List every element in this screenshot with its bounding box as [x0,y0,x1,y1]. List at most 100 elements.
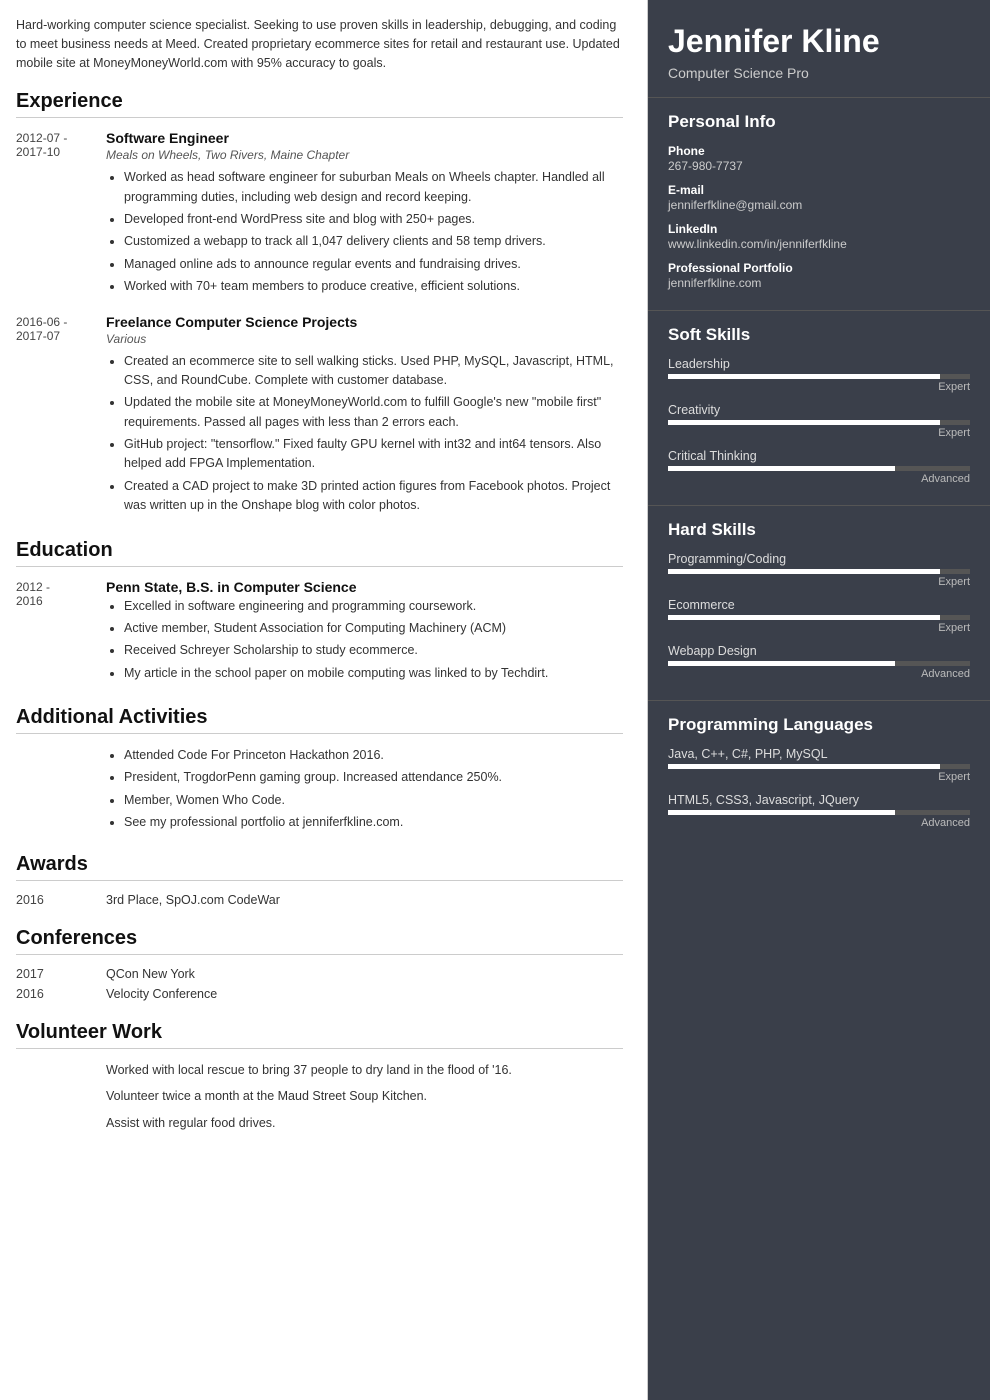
volunteer-item-2: Assist with regular food drives. [16,1114,623,1133]
awards-title: Awards [16,853,623,881]
list-item: Worked with 70+ team members to produce … [124,277,623,296]
volunteer-item-0: Worked with local rescue to bring 37 peo… [16,1061,623,1080]
activities-list: Attended Code For Princeton Hackathon 20… [16,746,623,833]
skill-level-0: Expert [668,381,970,393]
award-year-0: 2016 [16,893,106,907]
list-item: GitHub project: "tensorflow." Fixed faul… [124,435,623,474]
hard-skills-title: Hard Skills [668,520,970,540]
exp-content-0: Software Engineer Meals on Wheels, Two Ri… [106,130,623,299]
list-item: Customized a webapp to track all 1,047 d… [124,232,623,251]
list-item: Developed front-end WordPress site and b… [124,210,623,229]
exp-subtitle-0: Meals on Wheels, Two Rivers, Maine Chapt… [106,148,623,162]
conferences-section: Conferences 2017QCon New York2016Velocit… [16,927,623,1001]
skill-name-1: Creativity [668,403,970,417]
edu-title-0: Penn State, B.S. in Computer Science [106,579,623,595]
edu-content-0: Penn State, B.S. in Computer ScienceExce… [106,579,623,687]
skill-name-0: Programming/Coding [668,552,970,566]
skill-bar-fill-1 [668,615,940,620]
exp-content-1: Freelance Computer Science ProjectsVario… [106,314,623,519]
portfolio-value: jenniferfkline.com [668,276,970,290]
awards-list: 20163rd Place, SpOJ.com CodeWar [16,893,623,907]
skill-name-2: Critical Thinking [668,449,970,463]
list-item: See my professional portfolio at jennife… [124,813,623,832]
skill-name-1: HTML5, CSS3, Javascript, JQuery [668,793,970,807]
skill-bar-bg-1 [668,420,970,425]
portfolio-label: Professional Portfolio [668,261,970,275]
skill-level-2: Advanced [668,473,970,485]
hard-skills-section: Hard Skills Programming/Coding Expert Ecom… [648,505,990,700]
experience-section: Experience 2012-07 - 2017-10Software Eng… [16,90,623,518]
volunteer-item-1: Volunteer twice a month at the Maud Stre… [16,1087,623,1106]
list-item: Worked as head software engineer for sub… [124,168,623,207]
hard-skills-bars: Programming/CodingExpertEcommerceExpertW… [668,552,970,680]
skill-bar-fill-1 [668,420,940,425]
right-header: Jennifer Kline Computer Science Pro [648,0,990,97]
skill-bar-bg-0 [668,764,970,769]
skill-level-1: Expert [668,427,970,439]
skill-bar-fill-0 [668,374,940,379]
conference-entry-0: 2017QCon New York [16,967,623,981]
candidate-title: Computer Science Pro [668,65,970,81]
list-item: Received Schreyer Scholarship to study e… [124,641,623,660]
activities-title: Additional Activities [16,706,623,734]
experience-entry-1: 2016-06 - 2017-07Freelance Computer Scie… [16,314,623,519]
skill-level-0: Expert [668,576,970,588]
soft-skills-title: Soft Skills [668,325,970,345]
list-item: Updated the mobile site at MoneyMoneyWor… [124,393,623,432]
exp-date-0: 2012-07 - 2017-10 [16,130,106,299]
conference-text-0: QCon New York [106,967,195,981]
skill-bar-fill-2 [668,661,895,666]
list-item: My article in the school paper on mobile… [124,664,623,683]
education-entry-0: 2012 - 2016Penn State, B.S. in Computer … [16,579,623,687]
skill-level-2: Advanced [668,668,970,680]
skill-bar-bg-1 [668,615,970,620]
conference-year-1: 2016 [16,987,106,1001]
exp-date-1: 2016-06 - 2017-07 [16,314,106,519]
conference-year-0: 2017 [16,967,106,981]
skill-bar-bg-2 [668,661,970,666]
education-list: 2012 - 2016Penn State, B.S. in Computer … [16,579,623,687]
skill-bar-fill-2 [668,466,895,471]
right-column: Jennifer Kline Computer Science Pro Pers… [648,0,990,1400]
list-item: Created an ecommerce site to sell walkin… [124,352,623,391]
list-item: Active member, Student Association for C… [124,619,623,638]
list-item: Managed online ads to announce regular e… [124,255,623,274]
phone-value: 267-980-7737 [668,159,970,173]
list-item: Created a CAD project to make 3D printed… [124,477,623,516]
activities-bullets: Attended Code For Princeton Hackathon 20… [106,746,623,833]
skill-bar-fill-0 [668,764,940,769]
phone-label: Phone [668,144,970,158]
skill-name-1: Ecommerce [668,598,970,612]
volunteer-title: Volunteer Work [16,1021,623,1049]
skill-bar-bg-0 [668,569,970,574]
skill-name-2: Webapp Design [668,644,970,658]
summary-text: Hard-working computer science specialist… [16,16,623,72]
exp-bullets-1: Created an ecommerce site to sell walkin… [106,352,623,516]
prog-lang-bars: Java, C++, C#, PHP, MySQLExpertHTML5, CS… [668,747,970,829]
exp-subtitle-1: Various [106,332,623,346]
edu-date-0: 2012 - 2016 [16,579,106,687]
prog-lang-title: Programming Languages [668,715,970,735]
education-section: Education 2012 - 2016Penn State, B.S. in… [16,539,623,687]
skill-level-1: Advanced [668,817,970,829]
exp-bullets-0: Worked as head software engineer for sub… [106,168,623,296]
conferences-title: Conferences [16,927,623,955]
candidate-name: Jennifer Kline [668,24,970,59]
conference-entry-1: 2016Velocity Conference [16,987,623,1001]
award-text-0: 3rd Place, SpOJ.com CodeWar [106,893,280,907]
left-column: Hard-working computer science specialist… [0,0,648,1400]
personal-info-title: Personal Info [668,112,970,132]
list-item: Attended Code For Princeton Hackathon 20… [124,746,623,765]
experience-list: 2012-07 - 2017-10Software Engineer Meals … [16,130,623,518]
email-label: E-mail [668,183,970,197]
education-title: Education [16,539,623,567]
skill-level-0: Expert [668,771,970,783]
experience-entry-0: 2012-07 - 2017-10Software Engineer Meals … [16,130,623,299]
exp-title-0: Software Engineer [106,130,623,146]
skill-name-0: Leadership [668,357,970,371]
awards-section: Awards 20163rd Place, SpOJ.com CodeWar [16,853,623,907]
conferences-list: 2017QCon New York2016Velocity Conference [16,967,623,1001]
volunteer-list: Worked with local rescue to bring 37 peo… [16,1061,623,1133]
list-item: Member, Women Who Code. [124,791,623,810]
conference-text-1: Velocity Conference [106,987,217,1001]
